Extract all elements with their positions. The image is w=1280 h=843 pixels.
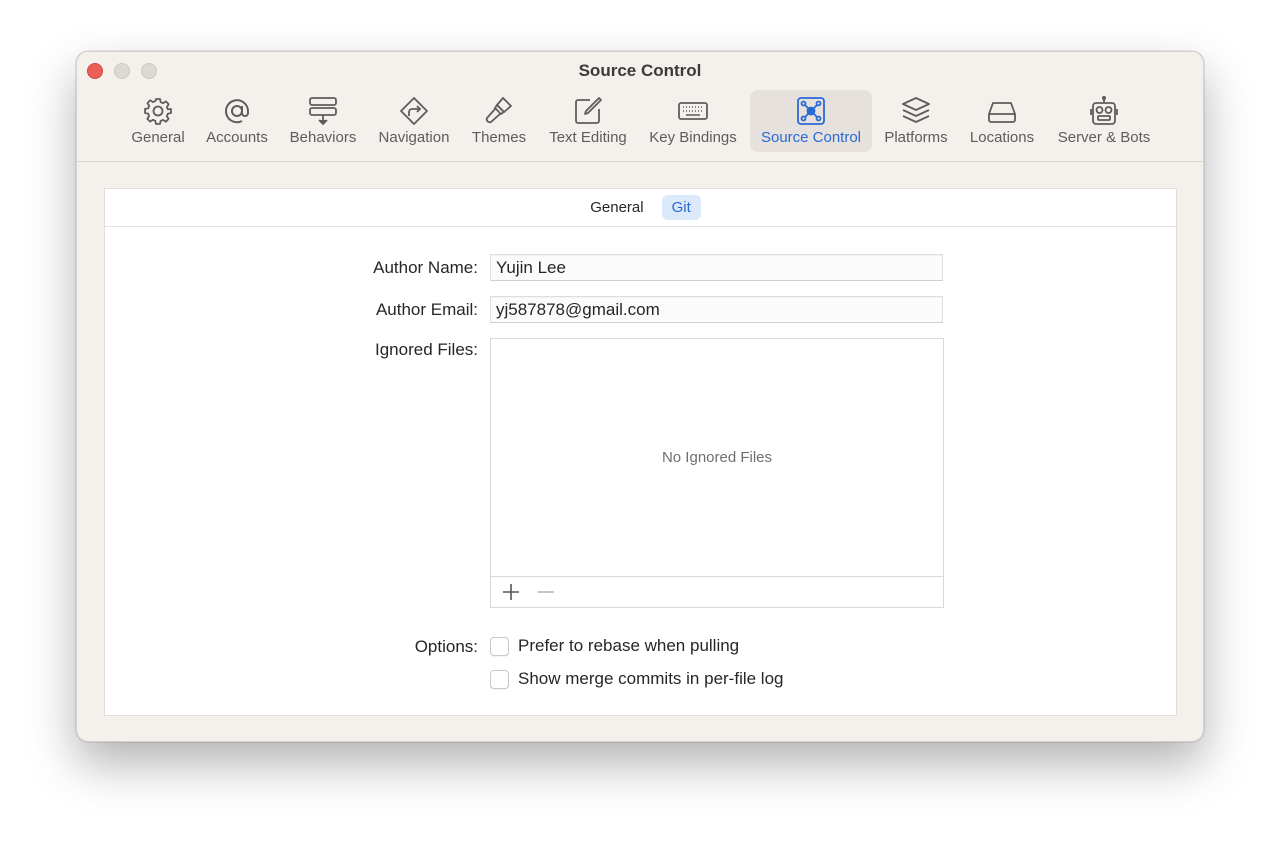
drive-icon (985, 94, 1019, 128)
ignored-files-list[interactable]: No Ignored Files (490, 338, 944, 608)
merge-commits-checkbox-label[interactable]: Show merge commits in per-file log (518, 669, 783, 689)
rebase-checkbox[interactable] (490, 636, 509, 656)
preferences-window: Source Control General Accounts Behavior… (76, 51, 1204, 742)
toolbar-item-behaviors[interactable]: Behaviors (283, 90, 363, 152)
titlebar: Source Control General Accounts Behavior… (77, 52, 1203, 162)
window-title: Source Control (578, 61, 702, 80)
toolbar-item-key-bindings[interactable]: Key Bindings (643, 90, 743, 152)
preferences-toolbar: General Accounts Behaviors Navigation Th… (77, 90, 1203, 152)
toolbar-item-general[interactable]: General (123, 90, 193, 152)
toolbar-item-accounts[interactable]: Accounts (201, 90, 273, 152)
options-label: Options: (414, 637, 478, 656)
toolbar-item-label: Accounts (206, 129, 268, 146)
empty-list-message: No Ignored Files (661, 449, 773, 466)
pencil-square-icon (571, 94, 605, 128)
toolbar-item-label: Text Editing (549, 129, 627, 146)
tab-general[interactable]: General (580, 195, 653, 220)
toolbar-item-label: Source Control (760, 129, 862, 146)
source-control-icon (794, 94, 828, 128)
add-ignored-file-button[interactable] (499, 580, 523, 604)
toolbar-item-server-bots[interactable]: Server & Bots (1050, 90, 1158, 152)
toolbar-item-label: General (131, 129, 185, 146)
toolbar-item-label: Navigation (378, 129, 450, 146)
toolbar-item-label: Themes (471, 129, 527, 146)
navigation-icon (397, 94, 431, 128)
segmented-tabs: General Git (105, 189, 1176, 227)
paintbrush-icon (482, 94, 516, 128)
toolbar-item-label: Behaviors (289, 129, 357, 146)
author-name-label: Author Name: (373, 258, 478, 277)
toolbar-item-label: Server & Bots (1057, 129, 1151, 146)
tab-git[interactable]: Git (661, 195, 701, 220)
layers-icon (899, 94, 933, 128)
remove-ignored-file-button[interactable] (534, 580, 558, 604)
toolbar-item-source-control[interactable]: Source Control (750, 90, 872, 152)
option-rebase-row[interactable]: Prefer to rebase when pulling (490, 636, 739, 656)
toolbar-item-label: Platforms (884, 129, 948, 146)
ignored-files-label: Ignored Files: (375, 340, 478, 359)
rebase-checkbox-label[interactable]: Prefer to rebase when pulling (518, 636, 739, 656)
author-email-field[interactable] (490, 296, 943, 323)
settings-panel: General Git Author Name: Author Email: I… (104, 188, 1177, 716)
toolbar-item-locations[interactable]: Locations (962, 90, 1042, 152)
toolbar-item-platforms[interactable]: Platforms (879, 90, 953, 152)
author-name-field[interactable] (490, 254, 943, 281)
toolbar-item-label: Locations (969, 129, 1035, 146)
option-merge-commits-row[interactable]: Show merge commits in per-file log (490, 669, 783, 689)
robot-icon (1087, 94, 1121, 128)
merge-commits-checkbox[interactable] (490, 669, 509, 689)
gear-icon (141, 94, 175, 128)
behaviors-icon (306, 94, 340, 128)
toolbar-item-text-editing[interactable]: Text Editing (541, 90, 635, 152)
list-footer (491, 576, 943, 607)
plus-icon (503, 584, 519, 600)
toolbar-item-label: Key Bindings (649, 129, 737, 146)
keyboard-icon (676, 94, 710, 128)
author-email-label: Author Email: (375, 300, 478, 319)
minus-icon (538, 591, 554, 593)
toolbar-item-navigation[interactable]: Navigation (371, 90, 457, 152)
at-icon (220, 94, 254, 128)
toolbar-item-themes[interactable]: Themes (465, 90, 533, 152)
